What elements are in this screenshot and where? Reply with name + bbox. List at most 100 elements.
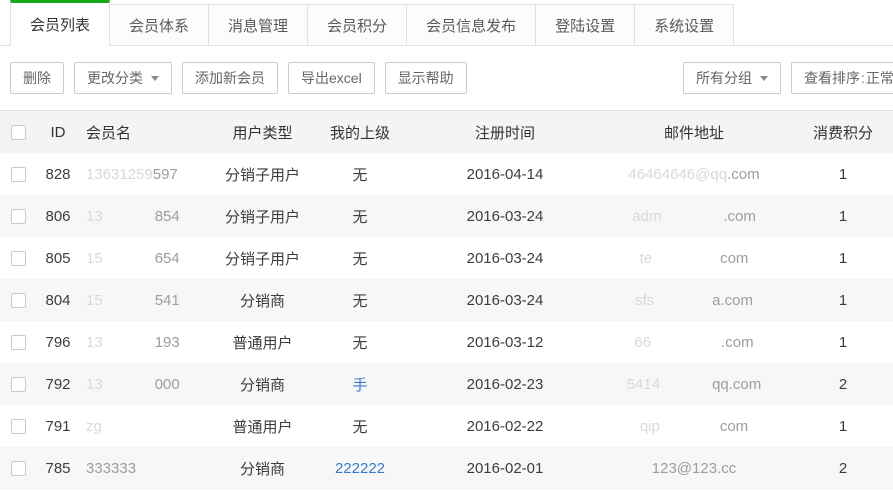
redacted-gap xyxy=(103,304,155,305)
register-date: 2016-03-24 xyxy=(415,208,595,225)
register-date: 2016-03-12 xyxy=(415,334,595,351)
select-all-checkbox[interactable] xyxy=(11,125,26,140)
row-checkbox-cell xyxy=(0,461,36,476)
text-segment: 13631259 xyxy=(86,166,153,183)
row-checkbox[interactable] xyxy=(11,335,26,350)
change-category-button[interactable]: 更改分类 xyxy=(74,62,172,94)
tab-system-settings[interactable]: 系统设置 xyxy=(635,4,734,46)
upline-value: 无 xyxy=(352,293,367,310)
add-member-button[interactable]: 添加新会员 xyxy=(182,62,278,94)
upline: 222222 xyxy=(305,460,415,477)
points: 1 xyxy=(793,334,893,351)
tab-login-settings[interactable]: 登陆设置 xyxy=(536,4,635,46)
redacted-gap xyxy=(660,430,720,431)
member-name: 13000 xyxy=(80,376,220,393)
member-id: 806 xyxy=(36,208,80,225)
table-body: 82813631259597分销子用户无2016-04-1446464646@q… xyxy=(0,153,893,489)
table-header: ID会员名用户类型我的上级注册时间邮件地址消费积分 xyxy=(0,110,893,153)
text-segment: 541 xyxy=(155,292,180,309)
text-segment: 13 xyxy=(86,334,103,351)
row-checkbox-cell xyxy=(0,167,36,182)
member-id: 791 xyxy=(36,418,80,435)
text-segment: 597 xyxy=(153,166,178,183)
row-checkbox-cell xyxy=(0,293,36,308)
redacted-gap xyxy=(660,388,712,389)
upline: 无 xyxy=(305,164,415,185)
row-checkbox[interactable] xyxy=(11,209,26,224)
text-segment: sfs xyxy=(635,292,654,309)
register-date: 2016-02-22 xyxy=(415,418,595,435)
tab-label: 会员列表 xyxy=(30,14,90,35)
all-groups-button[interactable]: 所有分组 xyxy=(683,62,781,94)
delete-label: 删除 xyxy=(23,68,51,88)
upline-value: 无 xyxy=(352,419,367,436)
points: 1 xyxy=(793,166,893,183)
sort-order-button[interactable]: 查看排序:正常排序 xyxy=(791,62,893,94)
row-checkbox-cell xyxy=(0,335,36,350)
table-row: 79613193普通用户无2016-03-1266.com1 xyxy=(0,321,893,363)
user-type: 分销商 xyxy=(220,374,305,395)
header-email: 邮件地址 xyxy=(595,122,793,143)
toolbar-left: 删除 更改分类添加新会员导出excel 显示帮助 xyxy=(10,62,467,94)
user-type: 普通用户 xyxy=(220,416,305,437)
redacted-gap xyxy=(661,220,723,221)
redacted-gap xyxy=(103,220,155,221)
upline-value[interactable]: 手 xyxy=(352,377,367,394)
text-segment: .com xyxy=(721,334,754,351)
upline: 无 xyxy=(305,416,415,437)
tab-member-list[interactable]: 会员列表 xyxy=(10,0,110,46)
text-segment: zg xyxy=(86,418,102,435)
row-checkbox-cell xyxy=(0,251,36,266)
row-checkbox[interactable] xyxy=(11,167,26,182)
points: 2 xyxy=(793,460,893,477)
tab-label: 登陆设置 xyxy=(555,15,615,36)
caret-down-icon xyxy=(760,76,768,81)
upline: 无 xyxy=(305,248,415,269)
header-checkbox-cell xyxy=(0,125,36,140)
show-help-label: 显示帮助 xyxy=(398,68,454,88)
row-checkbox[interactable] xyxy=(11,251,26,266)
tab-label: 消息管理 xyxy=(228,15,288,36)
tab-label: 会员体系 xyxy=(129,15,189,36)
table-row: 80415541分销商无2016-03-24sfsa.com1 xyxy=(0,279,893,321)
text-segment: 193 xyxy=(155,334,180,351)
email: sfsa.com xyxy=(595,292,793,309)
row-checkbox[interactable] xyxy=(11,293,26,308)
text-segment: 654 xyxy=(155,250,180,267)
tab-member-points[interactable]: 会员积分 xyxy=(308,4,407,46)
tab-member-system[interactable]: 会员体系 xyxy=(110,4,209,46)
points: 1 xyxy=(793,208,893,225)
user-type: 普通用户 xyxy=(220,332,305,353)
text-segment: qip xyxy=(640,418,660,435)
header-member-id: ID xyxy=(36,124,80,141)
member-name: 333333 xyxy=(80,460,220,477)
upline-value: 无 xyxy=(352,209,367,226)
tab-label: 会员积分 xyxy=(327,15,387,36)
caret-down-icon xyxy=(151,76,159,81)
row-checkbox[interactable] xyxy=(11,377,26,392)
row-checkbox[interactable] xyxy=(11,461,26,476)
tab-message-management[interactable]: 消息管理 xyxy=(209,4,308,46)
table-row: 79213000分销商手2016-02-235414qq.com2 xyxy=(0,363,893,405)
header-upline: 我的上级 xyxy=(305,122,415,143)
export-excel-button[interactable]: 导出excel xyxy=(288,62,375,94)
upline-value: 无 xyxy=(352,251,367,268)
email: tecom xyxy=(595,250,793,267)
user-type: 分销子用户 xyxy=(220,164,305,185)
delete-button[interactable]: 删除 xyxy=(10,62,64,94)
member-id: 785 xyxy=(36,460,80,477)
upline-value[interactable]: 222222 xyxy=(335,460,385,477)
member-name: 15654 xyxy=(80,250,220,267)
show-help-button[interactable]: 显示帮助 xyxy=(385,62,467,94)
sort-value: 正常排序 xyxy=(866,68,893,88)
email: 123@123.cc xyxy=(595,460,793,477)
redacted-gap xyxy=(651,346,721,347)
email: qipcom xyxy=(595,418,793,435)
row-checkbox-cell xyxy=(0,209,36,224)
text-segment: .com xyxy=(723,208,756,225)
text-segment: .com xyxy=(727,166,760,183)
points: 1 xyxy=(793,292,893,309)
row-checkbox[interactable] xyxy=(11,419,26,434)
text-segment: 333333 xyxy=(86,460,136,477)
tab-member-info-publish[interactable]: 会员信息发布 xyxy=(407,4,536,46)
